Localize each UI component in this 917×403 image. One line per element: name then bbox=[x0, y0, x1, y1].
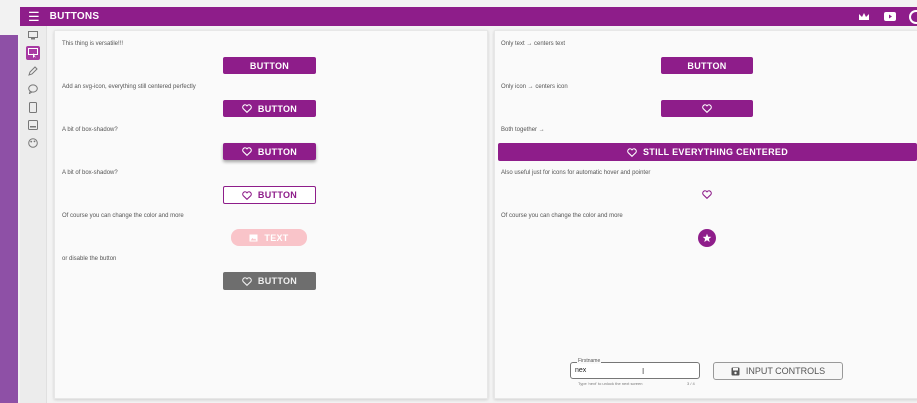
button-disabled: BUTTON bbox=[223, 272, 316, 290]
button-full-width[interactable]: STILL EVERYTHING CENTERED bbox=[498, 143, 917, 161]
field-label: Firstname bbox=[577, 358, 602, 364]
screen-icon[interactable] bbox=[26, 28, 40, 42]
image-icon bbox=[249, 234, 258, 242]
button-label: STILL EVERYTHING CENTERED bbox=[642, 147, 788, 157]
button-label: BUTTON bbox=[687, 60, 727, 71]
button-text-centered[interactable]: BUTTON bbox=[661, 57, 753, 74]
row-label: Both together → bbox=[501, 127, 545, 133]
firstname-field[interactable]: Firstname nex I bbox=[570, 358, 700, 379]
button-label: INPUT CONTROLS bbox=[745, 366, 826, 376]
button-outline[interactable]: BUTTON bbox=[223, 186, 316, 204]
purple-side-stripe bbox=[0, 35, 18, 403]
button-icon-only[interactable] bbox=[661, 100, 753, 117]
card-icon[interactable] bbox=[26, 118, 40, 132]
heart-icon bbox=[627, 147, 637, 157]
page-title: BUTTONS bbox=[49, 11, 100, 22]
row-label: or disable the button bbox=[62, 256, 117, 262]
side-nav-rail bbox=[20, 26, 47, 403]
chat-icon[interactable] bbox=[26, 82, 40, 96]
heart-icon[interactable] bbox=[700, 187, 714, 201]
heart-icon bbox=[242, 190, 252, 200]
screen-pointer-icon[interactable] bbox=[26, 46, 40, 60]
heart-icon bbox=[702, 104, 712, 113]
star-icon[interactable] bbox=[698, 229, 716, 247]
button-label: BUTTON bbox=[257, 276, 298, 286]
text-cursor-icon: I bbox=[642, 367, 645, 376]
heart-icon bbox=[242, 147, 252, 156]
phone-icon[interactable] bbox=[26, 100, 40, 114]
field-value: nex bbox=[575, 367, 587, 374]
row-label: Add an svg-icon, everything still center… bbox=[62, 84, 196, 90]
input-controls-button[interactable]: INPUT CONTROLS bbox=[713, 362, 843, 380]
row-label: This thing is versatile!!! bbox=[62, 41, 124, 47]
button-label: BUTTON bbox=[257, 190, 298, 200]
row-label: A bit of box-shadow? bbox=[62, 127, 118, 133]
button-label: TEXT bbox=[264, 232, 289, 243]
button-with-icon[interactable]: BUTTON bbox=[223, 100, 316, 117]
app-header: ☰ BUTTONS bbox=[20, 7, 917, 26]
field-hint: Type 'next' to unlock the next screen bbox=[578, 381, 643, 386]
row-label: Of course you can change the color and m… bbox=[501, 213, 623, 219]
pencil-icon[interactable] bbox=[26, 64, 40, 78]
row-label: Only text → centers text bbox=[501, 41, 566, 47]
row-label: Also useful just for icons for automatic… bbox=[501, 170, 651, 176]
button-label: BUTTON bbox=[257, 103, 298, 114]
heart-icon bbox=[242, 104, 252, 113]
button-text-only[interactable]: BUTTON bbox=[223, 57, 316, 74]
button-label: BUTTON bbox=[249, 60, 290, 71]
row-label: Of course you can change the color and m… bbox=[62, 213, 184, 219]
button-label: BUTTON bbox=[257, 146, 298, 157]
youtube-icon[interactable] bbox=[883, 10, 897, 24]
row-label: A bit of box-shadow? bbox=[62, 170, 118, 176]
palette-icon[interactable] bbox=[26, 136, 40, 150]
save-icon bbox=[731, 367, 740, 376]
menu-icon[interactable]: ☰ bbox=[28, 10, 40, 23]
row-label: Only icon → centers icon bbox=[501, 84, 568, 90]
field-counter: 3 / 4 bbox=[687, 381, 695, 386]
button-pink-rounded[interactable]: TEXT bbox=[231, 229, 307, 246]
crown-icon[interactable] bbox=[857, 10, 871, 24]
header-actions bbox=[857, 7, 917, 26]
button-shadow[interactable]: BUTTON bbox=[223, 143, 316, 160]
partial-icon[interactable] bbox=[909, 9, 917, 24]
heart-icon bbox=[242, 276, 252, 286]
